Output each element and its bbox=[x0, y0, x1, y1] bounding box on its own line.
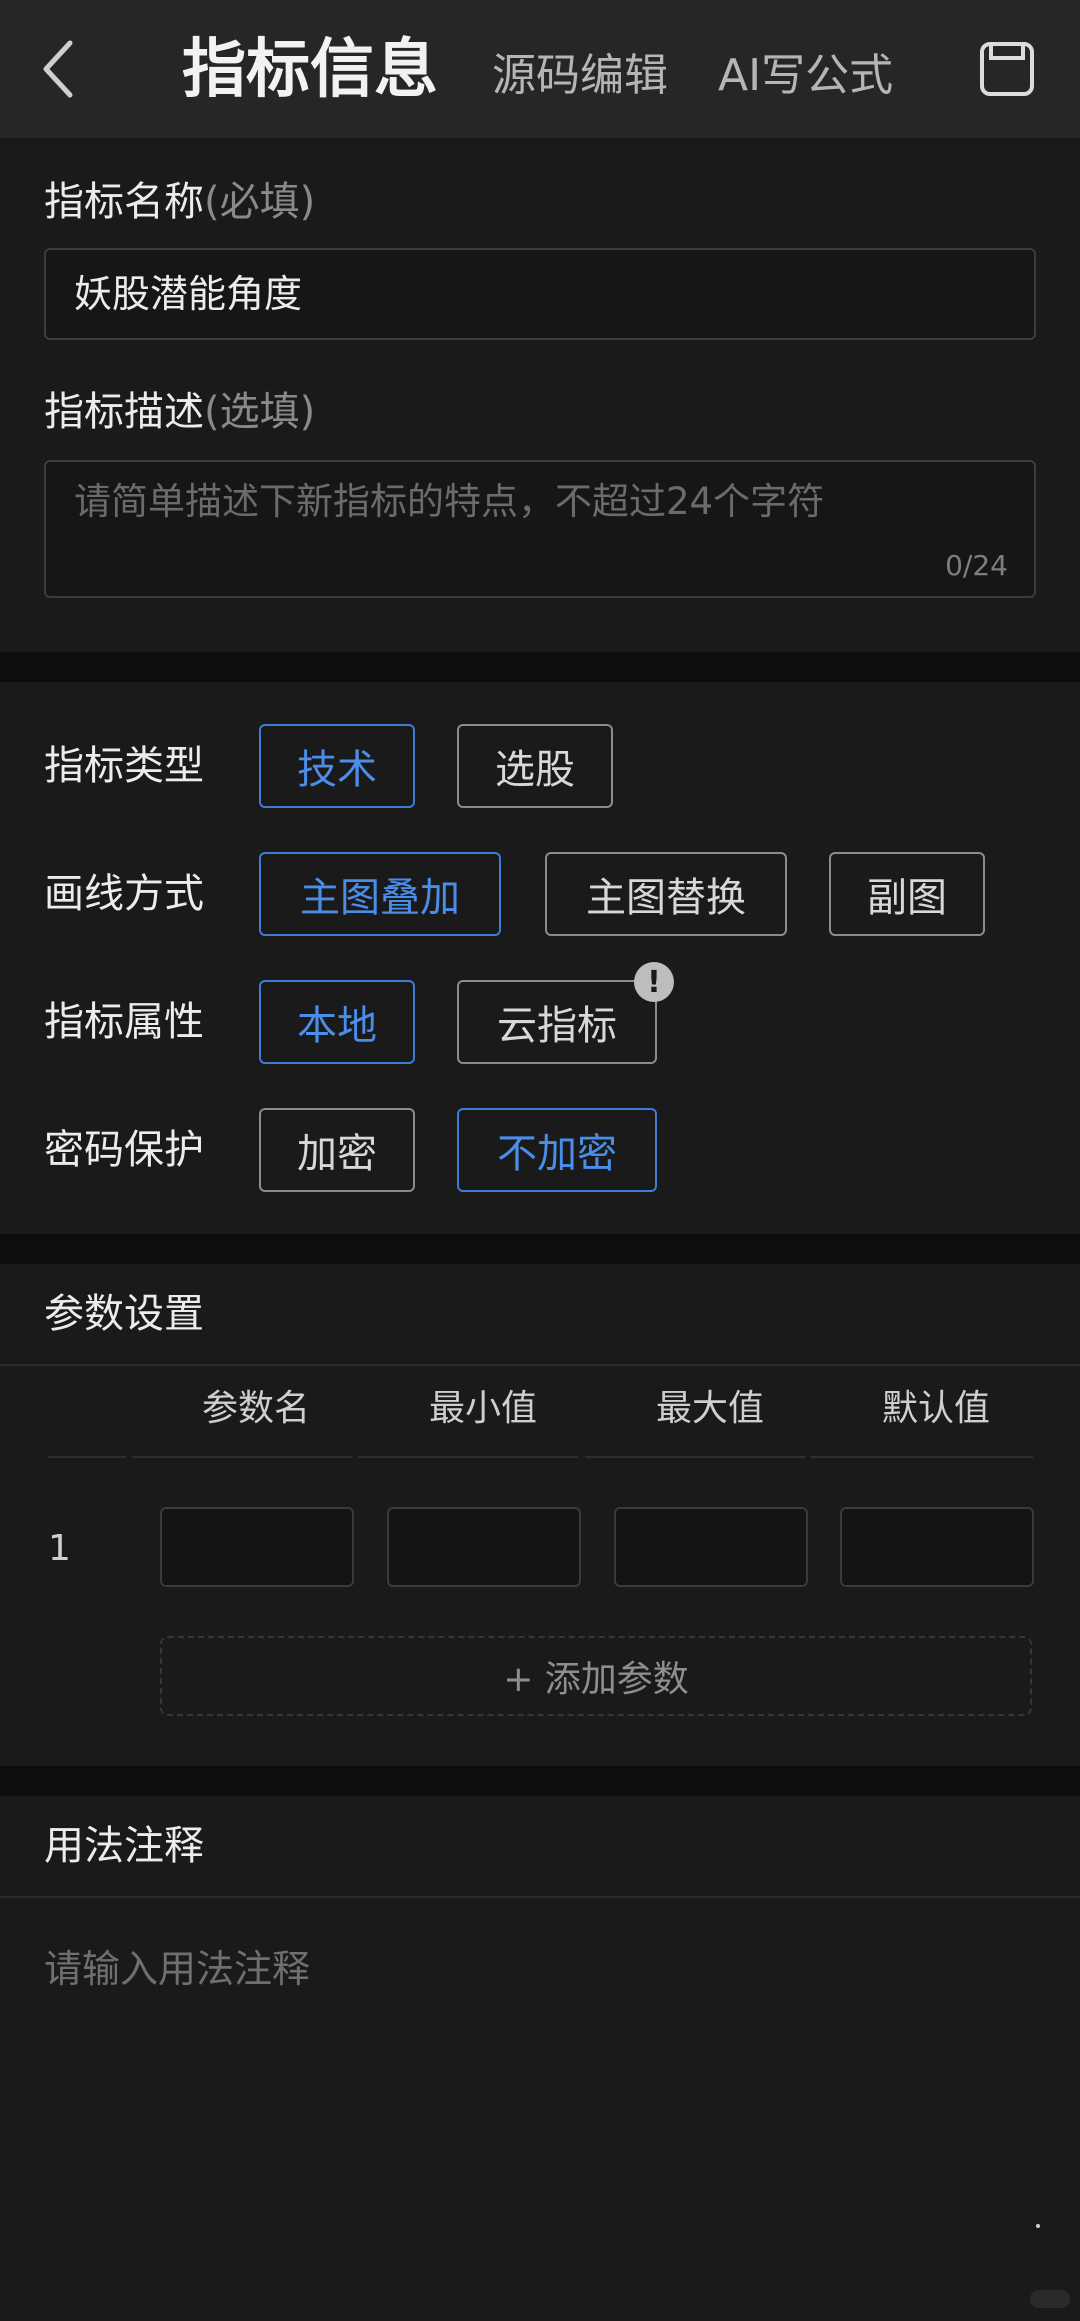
col-underline bbox=[358, 1456, 578, 1458]
col-head-name: 参数名 bbox=[201, 1388, 310, 1429]
param-min-input[interactable] bbox=[387, 1507, 581, 1587]
indicator-name-input[interactable]: 妖股潜能角度 bbox=[44, 248, 1036, 340]
divider bbox=[0, 1364, 1080, 1366]
col-head-min: 最小值 bbox=[428, 1388, 537, 1429]
tab-ai-formula[interactable]: AI写公式 bbox=[718, 44, 893, 108]
col-underline bbox=[132, 1456, 352, 1458]
draw-mode-label: 画线方式 bbox=[44, 871, 204, 917]
chevron-left-icon bbox=[43, 40, 73, 98]
option-no-encrypt[interactable]: 不加密 bbox=[457, 1108, 657, 1192]
save-icon bbox=[980, 42, 1034, 96]
option-encrypt[interactable]: 加密 bbox=[259, 1108, 415, 1192]
back-button[interactable] bbox=[28, 34, 88, 104]
param-max-input[interactable] bbox=[614, 1507, 808, 1587]
password-label: 密码保护 bbox=[44, 1127, 204, 1173]
params-title: 参数设置 bbox=[44, 1291, 204, 1337]
usage-title: 用法注释 bbox=[44, 1823, 204, 1869]
col-head-default: 默认值 bbox=[881, 1388, 990, 1429]
name-field-label: 指标名称(必填) bbox=[44, 179, 316, 225]
option-sub-chart[interactable]: 副图 bbox=[829, 852, 985, 936]
char-counter: 0/24 bbox=[945, 549, 1008, 582]
param-row-index: 1 bbox=[48, 1528, 71, 1569]
col-underline bbox=[585, 1456, 805, 1458]
page-title: 指标信息 bbox=[182, 33, 438, 107]
option-main-overlay[interactable]: 主图叠加 bbox=[259, 852, 501, 936]
attribute-label: 指标属性 bbox=[44, 999, 204, 1045]
desc-field-label: 指标描述(选填) bbox=[44, 389, 316, 435]
option-stock-select[interactable]: 选股 bbox=[457, 724, 613, 808]
option-local[interactable]: 本地 bbox=[259, 980, 415, 1064]
param-default-input[interactable] bbox=[840, 1507, 1034, 1587]
top-bar: 指标信息 源码编辑 AI写公式 bbox=[0, 0, 1080, 138]
params-section: 参数设置 参数名 最小值 最大值 默认值 1 + 添加参数 bbox=[0, 1264, 1080, 1766]
indicator-info-section: 指标名称(必填) 妖股潜能角度 指标描述(选填) 请简单描述下新指标的特点，不超… bbox=[0, 138, 1080, 652]
type-label: 指标类型 bbox=[44, 743, 204, 789]
tab-source-edit[interactable]: 源码编辑 bbox=[492, 44, 668, 108]
indicator-options-section: 指标类型 技术 选股 画线方式 主图叠加 主图替换 副图 指标属性 本地 云指标… bbox=[0, 682, 1080, 1234]
option-main-replace[interactable]: 主图替换 bbox=[545, 852, 787, 936]
param-name-input[interactable] bbox=[160, 1507, 354, 1587]
decor-dot bbox=[1036, 2224, 1040, 2228]
usage-section: 用法注释 请输入用法注释 bbox=[0, 1796, 1080, 2321]
option-cloud-indicator[interactable]: 云指标 bbox=[457, 980, 657, 1064]
desc-placeholder: 请简单描述下新指标的特点，不超过24个字符 bbox=[74, 480, 825, 523]
col-underline bbox=[48, 1456, 126, 1458]
option-technical[interactable]: 技术 bbox=[259, 724, 415, 808]
divider bbox=[0, 1896, 1080, 1898]
save-button[interactable] bbox=[976, 38, 1038, 100]
col-underline bbox=[811, 1456, 1033, 1458]
add-param-button[interactable]: + 添加参数 bbox=[160, 1636, 1032, 1716]
usage-input[interactable]: 请输入用法注释 bbox=[44, 1942, 310, 1996]
col-head-max: 最大值 bbox=[655, 1388, 764, 1429]
home-indicator bbox=[1030, 2290, 1070, 2308]
info-alert-icon[interactable]: ! bbox=[634, 962, 674, 1002]
indicator-desc-input[interactable]: 请简单描述下新指标的特点，不超过24个字符 0/24 bbox=[44, 460, 1036, 598]
